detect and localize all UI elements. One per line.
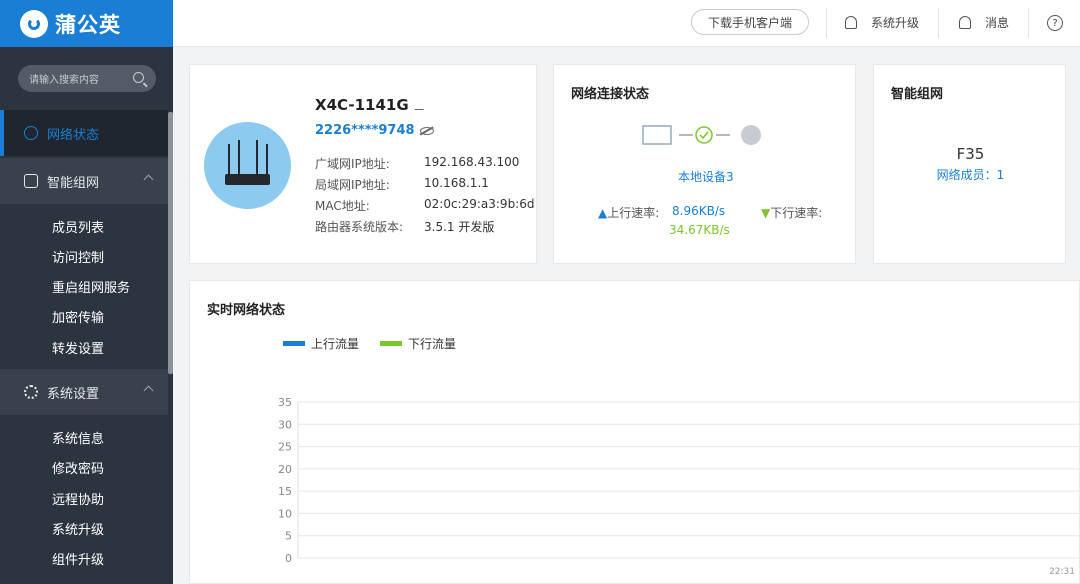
divider [826, 8, 827, 38]
bell-icon [959, 16, 971, 29]
sidebar-item-members[interactable]: 成员列表 [52, 217, 104, 236]
download-app-button[interactable]: 下载手机客户端 [691, 9, 809, 35]
legend-label: 上行流量 [311, 337, 359, 351]
antenna [238, 140, 240, 176]
search-icon[interactable] [133, 72, 144, 83]
dandelion-logo-icon [20, 9, 48, 38]
download-rate-value: 34.67KB/s [669, 223, 730, 237]
network-status-title: 网络连接状态 [571, 87, 650, 102]
internet-globe-icon [741, 125, 761, 145]
lan-ip-value: 10.168.1.1 [424, 176, 489, 190]
y-tick-label: 30 [278, 418, 292, 431]
network-topology-diagram [642, 125, 761, 145]
mac-label: MAC地址: [315, 199, 370, 213]
up-arrow-icon: ▲ [598, 206, 608, 220]
y-tick-label: 15 [278, 485, 292, 498]
mac-value: 02:0c:29:a3:9b:6d [424, 197, 535, 211]
upload-rate-label: 上行速率: [607, 206, 660, 220]
router-icon [642, 125, 672, 145]
search-input[interactable]: 请输入搜索内容 [18, 65, 156, 92]
sidebar-item-system-info[interactable]: 系统信息 [52, 428, 104, 447]
y-tick-label: 10 [278, 507, 292, 520]
sidebar-item-access-control[interactable]: 访问控制 [52, 247, 104, 266]
edit-icon[interactable] [414, 101, 431, 110]
wan-ip-label: 广域网IP地址: [315, 157, 390, 171]
chevron-up-icon [143, 385, 154, 396]
router-image [204, 122, 291, 209]
nav-group-label: 智能组网 [47, 175, 100, 191]
down-arrow-icon: ▼ [761, 206, 771, 220]
nav-label: 网络状态 [47, 127, 100, 143]
traffic-chart: 上行流量 下行流量 0 5 10 15 20 25 30 35 [278, 337, 1080, 565]
top-bar: 下载手机客户端 系统升级 消息 ? [173, 0, 1080, 47]
nav-group-mesh[interactable]: 智能组网 [0, 158, 168, 204]
divider [1028, 8, 1029, 38]
upgrade-bell-icon [845, 16, 857, 29]
legend-swatch [380, 341, 402, 346]
help-icon: ? [1047, 15, 1063, 31]
sidebar: 蒲公英 请输入搜索内容 网络状态 智能组网 成员列表 访问控制 重启组网服务 加… [0, 0, 173, 584]
check-circle-icon [695, 126, 713, 144]
sidebar-scrollbar[interactable] [168, 112, 173, 374]
nav-group-label: 系统设置 [47, 386, 100, 402]
upgrade-label: 系统升级 [871, 16, 920, 30]
antenna [228, 144, 230, 176]
nav-group-system[interactable]: 系统设置 [0, 369, 168, 415]
mesh-card: 智能组网 F35 网络成员：1 [873, 64, 1066, 264]
mesh-members-link[interactable]: 网络成员：1 [874, 166, 1067, 183]
firmware-value: 3.5.1 开发版 [424, 220, 495, 234]
sidebar-item-system-upgrade[interactable]: 系统升级 [52, 519, 104, 538]
search-placeholder: 请输入搜索内容 [29, 75, 99, 86]
y-tick-label: 0 [285, 552, 292, 565]
device-card: X4C-1141G 2226****9748 广域网IP地址: 192.168.… [189, 64, 537, 264]
device-id: 2226****9748 [315, 123, 415, 138]
legend-swatch [283, 341, 305, 346]
antenna [256, 140, 258, 176]
chevron-up-icon [143, 174, 154, 185]
upload-rate: ▲上行速率: [598, 204, 659, 221]
sidebar-item-restart-mesh[interactable]: 重启组网服务 [52, 277, 130, 296]
check-mark [699, 131, 709, 140]
antenna [266, 144, 268, 176]
wan-ip-value: 192.168.43.100 [424, 155, 520, 169]
sidebar-item-forwarding[interactable]: 转发设置 [52, 338, 104, 357]
mesh-title: 智能组网 [891, 87, 944, 102]
logo-text: 蒲公英 [55, 12, 121, 37]
firmware-label: 路由器系统版本: [315, 220, 404, 234]
eye-hidden-icon[interactable] [420, 127, 434, 135]
globe-icon [24, 126, 38, 140]
legend-label: 下行流量 [408, 337, 456, 351]
sidebar-item-encryption[interactable]: 加密传输 [52, 307, 104, 326]
logo[interactable]: 蒲公英 [0, 0, 173, 47]
download-rate: ▼下行速率: [761, 204, 822, 221]
realtime-title: 实时网络状态 [207, 303, 286, 318]
divider [938, 8, 939, 38]
sidebar-item-component-upgrade[interactable]: 组件升级 [52, 549, 104, 568]
lan-ip-label: 局域网IP地址: [315, 178, 390, 192]
y-tick-label: 35 [278, 396, 292, 409]
system-upgrade-button[interactable]: 系统升级 [845, 14, 919, 31]
y-tick-label: 25 [278, 441, 292, 454]
y-tick-label: 5 [285, 530, 292, 543]
upload-rate-value: 8.96KB/s [672, 204, 726, 218]
device-name: X4C-1141G [315, 96, 409, 114]
mesh-icon [24, 174, 38, 188]
download-rate-label: 下行速率: [770, 206, 823, 220]
network-status-card: 网络连接状态 本地设备3 ▲上行速率: 8.96KB/s ▼下行速率: 34.6… [553, 64, 856, 264]
nav-item-network-status[interactable]: 网络状态 [0, 110, 168, 156]
help-button[interactable]: ? [1047, 15, 1071, 31]
realtime-card: 实时网络状态 上行流量 下行流量 0 5 10 15 20 25 30 35 22:31 [189, 280, 1080, 584]
messages-label: 消息 [985, 16, 1010, 30]
mesh-name: F35 [956, 145, 985, 163]
messages-button[interactable]: 消息 [959, 14, 1009, 31]
y-tick-label: 20 [278, 463, 292, 476]
local-devices-link[interactable]: 本地设备3 [678, 168, 734, 185]
time-label: 22:31 [1049, 567, 1075, 577]
router-body [225, 174, 270, 185]
sidebar-item-remote-help[interactable]: 远程协助 [52, 489, 104, 508]
sidebar-item-change-password[interactable]: 修改密码 [52, 458, 104, 477]
gear-icon [24, 385, 38, 399]
